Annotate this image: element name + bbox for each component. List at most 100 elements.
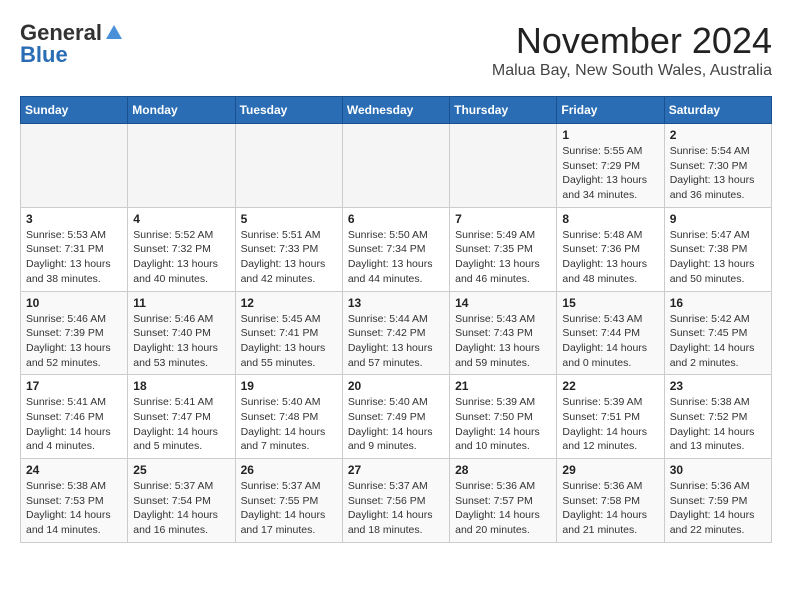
calendar-cell: 21Sunrise: 5:39 AMSunset: 7:50 PMDayligh…: [450, 375, 557, 459]
calendar-cell: 18 Sunrise: 5:41 AMSunset: 7:47 PMDayligh…: [128, 375, 235, 459]
day-number: 8: [562, 212, 658, 226]
day-info: Sunrise: 5:41 AMSunset: 7:47 PMDaylight:…: [133, 395, 229, 454]
day-info: Sunrise: 5:38 AMSunset: 7:53 PMDaylight:…: [26, 479, 122, 538]
day-number: 22: [562, 379, 658, 393]
day-number: 16: [670, 296, 766, 310]
calendar-cell: 9 Sunrise: 5:47 AMSunset: 7:38 PMDaylight…: [664, 207, 771, 291]
day-info: Sunrise: 5:43 AMSunset: 7:43 PMDaylight:…: [455, 312, 551, 371]
day-info: Sunrise: 5:52 AMSunset: 7:32 PMDaylight:…: [133, 228, 229, 287]
day-info: Sunrise: 5:47 AMSunset: 7:38 PMDaylight:…: [670, 228, 766, 287]
weekday-header-row: SundayMondayTuesdayWednesdayThursdayFrid…: [21, 97, 772, 124]
day-info: Sunrise: 5:37 AMSunset: 7:55 PMDaylight:…: [241, 479, 337, 538]
day-info: Sunrise: 5:55 AMSunset: 7:29 PMDaylight:…: [562, 144, 658, 203]
calendar-cell: 6 Sunrise: 5:50 AMSunset: 7:34 PMDaylight…: [342, 207, 449, 291]
calendar-cell: [450, 124, 557, 208]
day-info: Sunrise: 5:51 AMSunset: 7:33 PMDaylight:…: [241, 228, 337, 287]
calendar-cell: [342, 124, 449, 208]
day-number: 3: [26, 212, 122, 226]
weekday-header-sunday: Sunday: [21, 97, 128, 124]
calendar-cell: 11Sunrise: 5:46 AMSunset: 7:40 PMDayligh…: [128, 291, 235, 375]
week-row-5: 24Sunrise: 5:38 AMSunset: 7:53 PMDayligh…: [21, 459, 772, 543]
day-number: 2: [670, 128, 766, 142]
day-number: 29: [562, 463, 658, 477]
calendar-table: SundayMondayTuesdayWednesdayThursdayFrid…: [20, 96, 772, 543]
calendar-cell: [235, 124, 342, 208]
logo-text-blue: Blue: [20, 42, 68, 68]
day-info: Sunrise: 5:46 AMSunset: 7:39 PMDaylight:…: [26, 312, 122, 371]
calendar-cell: 23 Sunrise: 5:38 AMSunset: 7:52 PMDayligh…: [664, 375, 771, 459]
day-info: Sunrise: 5:38 AMSunset: 7:52 PMDaylight:…: [670, 395, 766, 454]
day-number: 17: [26, 379, 122, 393]
weekday-header-saturday: Saturday: [664, 97, 771, 124]
day-info: Sunrise: 5:48 AMSunset: 7:36 PMDaylight:…: [562, 228, 658, 287]
day-number: 20: [348, 379, 444, 393]
day-info: Sunrise: 5:41 AMSunset: 7:46 PMDaylight:…: [26, 395, 122, 454]
week-row-1: 1 Sunrise: 5:55 AMSunset: 7:29 PMDaylight…: [21, 124, 772, 208]
day-info: Sunrise: 5:43 AMSunset: 7:44 PMDaylight:…: [562, 312, 658, 371]
day-info: Sunrise: 5:49 AMSunset: 7:35 PMDaylight:…: [455, 228, 551, 287]
week-row-3: 10 Sunrise: 5:46 AMSunset: 7:39 PMDayligh…: [21, 291, 772, 375]
day-info: Sunrise: 5:39 AMSunset: 7:50 PMDaylight:…: [455, 395, 551, 454]
day-number: 1: [562, 128, 658, 142]
calendar-cell: 4 Sunrise: 5:52 AMSunset: 7:32 PMDaylight…: [128, 207, 235, 291]
day-number: 9: [670, 212, 766, 226]
week-row-2: 3 Sunrise: 5:53 AMSunset: 7:31 PMDaylight…: [21, 207, 772, 291]
title-area: November 2024 Malua Bay, New South Wales…: [492, 20, 772, 80]
day-number: 10: [26, 296, 122, 310]
day-info: Sunrise: 5:37 AMSunset: 7:54 PMDaylight:…: [133, 479, 229, 538]
month-title: November 2024: [492, 20, 772, 62]
day-info: Sunrise: 5:37 AMSunset: 7:56 PMDaylight:…: [348, 479, 444, 538]
day-number: 18: [133, 379, 229, 393]
calendar-cell: 1 Sunrise: 5:55 AMSunset: 7:29 PMDaylight…: [557, 124, 664, 208]
day-info: Sunrise: 5:54 AMSunset: 7:30 PMDaylight:…: [670, 144, 766, 203]
weekday-header-friday: Friday: [557, 97, 664, 124]
logo: General Blue: [20, 20, 122, 68]
day-number: 11: [133, 296, 229, 310]
location-subtitle: Malua Bay, New South Wales, Australia: [492, 62, 772, 80]
calendar-cell: 27 Sunrise: 5:37 AMSunset: 7:56 PMDayligh…: [342, 459, 449, 543]
day-number: 4: [133, 212, 229, 226]
day-info: Sunrise: 5:36 AMSunset: 7:59 PMDaylight:…: [670, 479, 766, 538]
calendar-cell: 19Sunrise: 5:40 AMSunset: 7:48 PMDayligh…: [235, 375, 342, 459]
day-info: Sunrise: 5:39 AMSunset: 7:51 PMDaylight:…: [562, 395, 658, 454]
day-info: Sunrise: 5:45 AMSunset: 7:41 PMDaylight:…: [241, 312, 337, 371]
weekday-header-tuesday: Tuesday: [235, 97, 342, 124]
day-number: 5: [241, 212, 337, 226]
calendar-cell: 24Sunrise: 5:38 AMSunset: 7:53 PMDayligh…: [21, 459, 128, 543]
calendar-cell: [21, 124, 128, 208]
weekday-header-thursday: Thursday: [450, 97, 557, 124]
calendar-cell: 14 Sunrise: 5:43 AMSunset: 7:43 PMDayligh…: [450, 291, 557, 375]
weekday-header-wednesday: Wednesday: [342, 97, 449, 124]
day-number: 13: [348, 296, 444, 310]
logo-icon: [106, 25, 122, 39]
calendar-cell: 7 Sunrise: 5:49 AMSunset: 7:35 PMDaylight…: [450, 207, 557, 291]
calendar-cell: 22 Sunrise: 5:39 AMSunset: 7:51 PMDayligh…: [557, 375, 664, 459]
calendar-cell: 10 Sunrise: 5:46 AMSunset: 7:39 PMDayligh…: [21, 291, 128, 375]
day-number: 6: [348, 212, 444, 226]
calendar-cell: 25 Sunrise: 5:37 AMSunset: 7:54 PMDayligh…: [128, 459, 235, 543]
calendar-cell: 29 Sunrise: 5:36 AMSunset: 7:58 PMDayligh…: [557, 459, 664, 543]
day-number: 25: [133, 463, 229, 477]
day-info: Sunrise: 5:53 AMSunset: 7:31 PMDaylight:…: [26, 228, 122, 287]
day-number: 26: [241, 463, 337, 477]
day-number: 23: [670, 379, 766, 393]
calendar-cell: 3 Sunrise: 5:53 AMSunset: 7:31 PMDaylight…: [21, 207, 128, 291]
calendar-cell: 16Sunrise: 5:42 AMSunset: 7:45 PMDayligh…: [664, 291, 771, 375]
day-number: 12: [241, 296, 337, 310]
calendar-cell: 8 Sunrise: 5:48 AMSunset: 7:36 PMDaylight…: [557, 207, 664, 291]
day-number: 19: [241, 379, 337, 393]
day-number: 27: [348, 463, 444, 477]
week-row-4: 17 Sunrise: 5:41 AMSunset: 7:46 PMDayligh…: [21, 375, 772, 459]
calendar-cell: 15Sunrise: 5:43 AMSunset: 7:44 PMDayligh…: [557, 291, 664, 375]
calendar-cell: 2 Sunrise: 5:54 AMSunset: 7:30 PMDaylight…: [664, 124, 771, 208]
day-number: 28: [455, 463, 551, 477]
day-number: 14: [455, 296, 551, 310]
day-info: Sunrise: 5:40 AMSunset: 7:49 PMDaylight:…: [348, 395, 444, 454]
calendar-cell: 20 Sunrise: 5:40 AMSunset: 7:49 PMDayligh…: [342, 375, 449, 459]
calendar-cell: 26 Sunrise: 5:37 AMSunset: 7:55 PMDayligh…: [235, 459, 342, 543]
day-info: Sunrise: 5:50 AMSunset: 7:34 PMDaylight:…: [348, 228, 444, 287]
day-info: Sunrise: 5:36 AMSunset: 7:58 PMDaylight:…: [562, 479, 658, 538]
day-number: 7: [455, 212, 551, 226]
calendar-cell: 5 Sunrise: 5:51 AMSunset: 7:33 PMDaylight…: [235, 207, 342, 291]
calendar-cell: [128, 124, 235, 208]
